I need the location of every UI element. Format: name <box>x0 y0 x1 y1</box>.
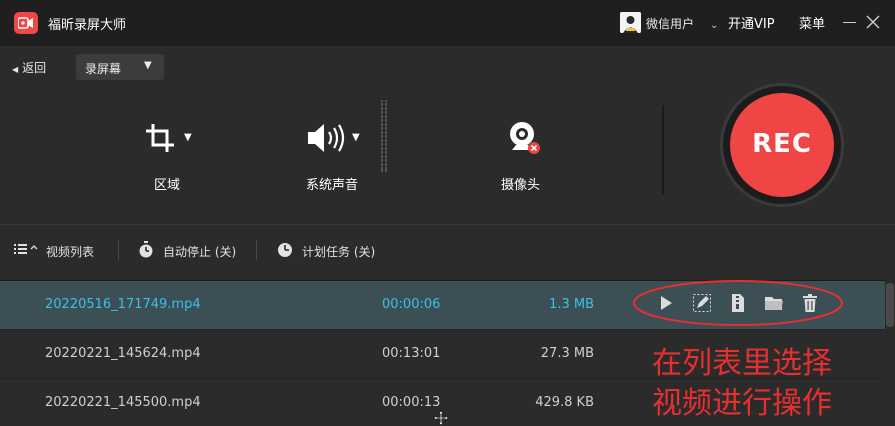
region-dropdown-icon[interactable]: ▼ <box>184 132 192 143</box>
rec-button[interactable]: REC <box>730 93 834 197</box>
file-duration: 00:13:01 <box>382 346 441 361</box>
rec-label: REC <box>752 129 812 159</box>
camera-label: 摄像头 <box>501 178 541 193</box>
vip-label: 开通VIP <box>728 17 775 32</box>
list-icon[interactable] <box>14 241 42 257</box>
back-arrow-icon: ◀ <box>12 65 19 74</box>
stopwatch-icon <box>139 241 153 258</box>
file-size: 1.3 MB <box>549 297 594 312</box>
audio-dropdown-icon[interactable]: ▼ <box>352 132 360 143</box>
camera-control[interactable]: 摄像头 <box>495 118 555 198</box>
back-button[interactable]: ◀ 返回 <box>12 59 46 76</box>
auto-stop-button[interactable]: 自动停止 (关) <box>163 243 236 260</box>
file-name: 20220221_145624.mp4 <box>45 346 201 361</box>
toolbar-divider <box>0 224 895 225</box>
back-label: 返回 <box>22 61 47 75</box>
minimize-icon[interactable] <box>843 22 856 23</box>
move-cursor-icon <box>433 410 449 426</box>
file-name: 20220221_145500.mp4 <box>45 395 201 410</box>
app-logo-icon <box>14 12 38 34</box>
toolbar-divider-1 <box>118 240 119 260</box>
annotation-line-2: 视频进行操作 <box>652 386 832 421</box>
annotation-ellipse <box>633 280 843 326</box>
webcam-icon <box>510 122 540 154</box>
scrollbar-thumb[interactable] <box>886 283 894 327</box>
record-mode-select[interactable]: 录屏幕 ▼ <box>76 54 164 80</box>
file-size: 429.8 KB <box>535 395 594 410</box>
annotation-line-1: 在列表里选择 <box>652 346 832 381</box>
caret-down-icon: ▼ <box>144 60 152 71</box>
scheduled-task-button[interactable]: 计划任务 (关) <box>302 243 375 260</box>
clock-icon <box>278 243 292 257</box>
crop-icon <box>146 124 174 152</box>
video-list-toggle[interactable]: 视频列表 <box>46 243 94 260</box>
speaker-icon <box>308 124 345 152</box>
user-name[interactable]: 微信用户 <box>646 15 694 32</box>
open-vip-link[interactable]: ⌄ 开通VIP <box>710 13 775 32</box>
toolbar-divider-2 <box>256 240 257 260</box>
app-title: 福昕录屏大师 <box>48 18 127 33</box>
close-icon[interactable] <box>865 14 881 30</box>
system-audio-control[interactable]: ▼ 系统声音 <box>300 118 390 198</box>
file-name: 20220516_171749.mp4 <box>45 297 201 312</box>
user-avatar[interactable] <box>620 12 641 33</box>
system-audio-label: 系统声音 <box>306 178 359 193</box>
menu-button[interactable]: 菜单 <box>799 13 825 32</box>
file-duration: 00:00:06 <box>382 297 441 312</box>
chevron-down-icon: ⌄ <box>710 20 719 31</box>
region-label: 区域 <box>154 178 181 193</box>
region-control[interactable]: ▼ 区域 <box>140 118 210 198</box>
file-size: 27.3 MB <box>540 346 594 361</box>
vertical-divider <box>662 105 664 195</box>
drag-handle-grip[interactable] <box>380 100 390 172</box>
file-duration: 00:00:13 <box>382 395 441 410</box>
title-bar: 福昕录屏大师 微信用户 ⌄ 开通VIP 菜单 <box>0 0 895 46</box>
record-mode-value: 录屏幕 <box>85 62 122 76</box>
